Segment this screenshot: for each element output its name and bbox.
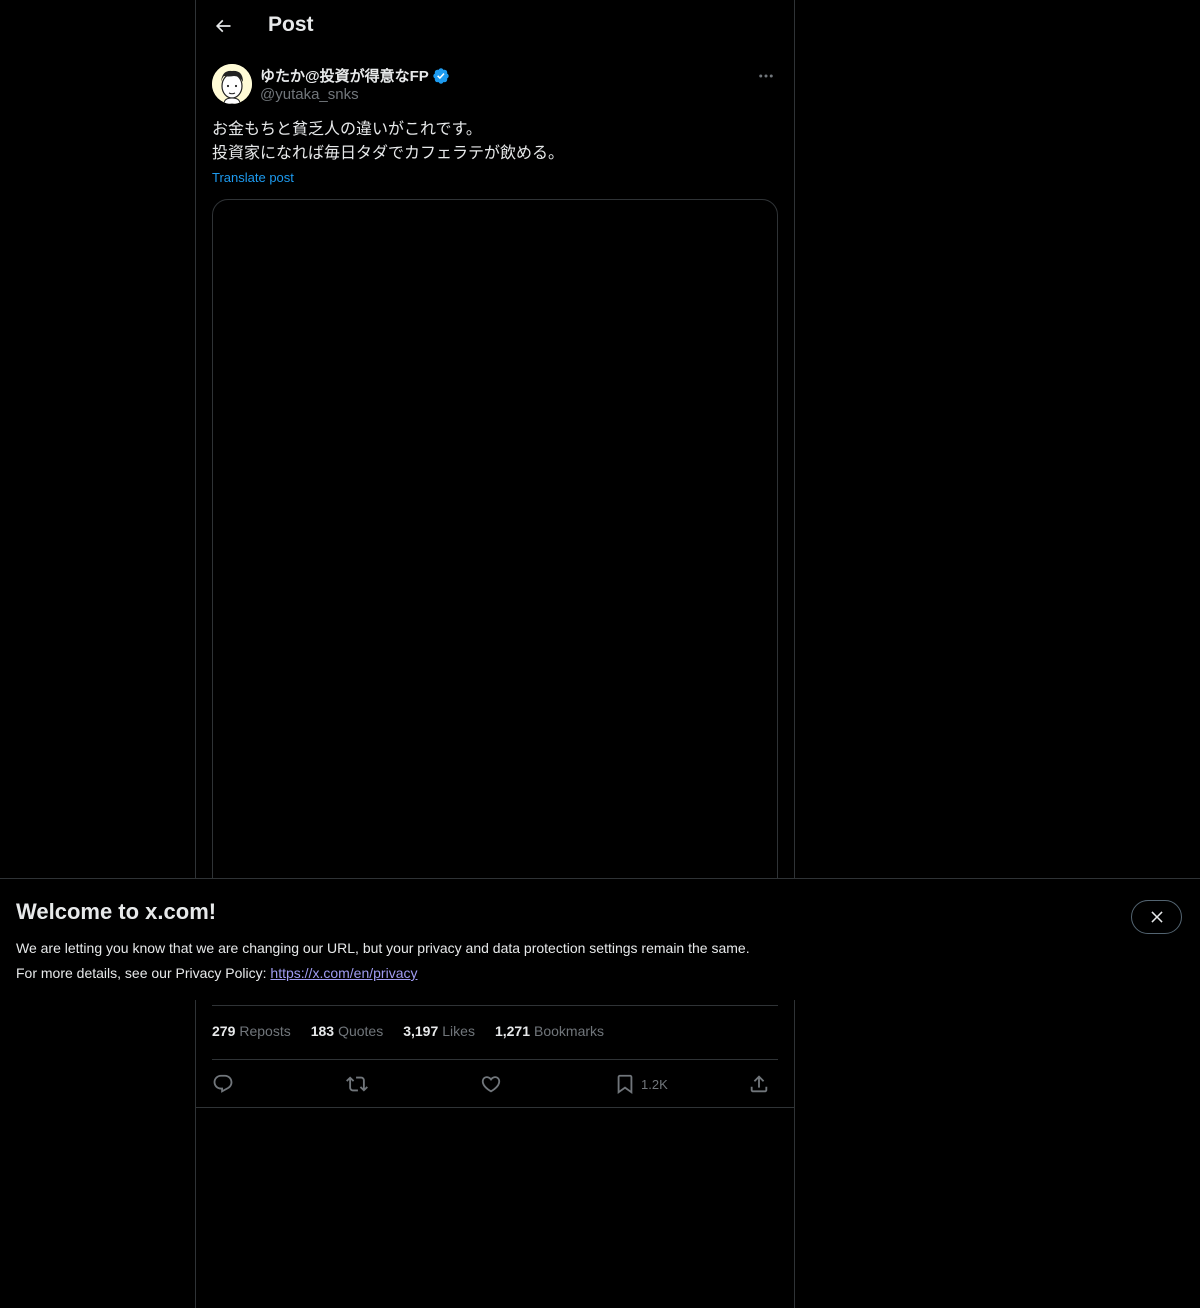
likes-count: 3,197 (403, 1023, 439, 1039)
post-header: Post (196, 0, 794, 53)
close-banner-button[interactable] (1131, 900, 1182, 934)
bookmark-count: 1.2K (641, 1076, 668, 1092)
author-name: ゆたか@投資が得意なFP (260, 68, 429, 85)
privacy-policy-link[interactable]: https://x.com/en/privacy (270, 965, 417, 981)
reposts-count: 279 (212, 1023, 236, 1039)
banner-message: We are letting you know that we are chan… (16, 936, 750, 986)
page-title: Post (268, 13, 314, 36)
divider (212, 1059, 778, 1060)
post-text-line: 投資家になれば毎日タダでカフェラテが飲める。 (212, 145, 565, 162)
banner-title: Welcome to x.com! (16, 899, 217, 924)
bookmarks-count: 1,271 (494, 1023, 530, 1039)
main-column: Post ゆたか@投資が得意なFP @yutaka_snks お金もちと貧乏人の… (195, 0, 795, 1308)
post-author: ゆたか@投資が得意なFP @yutaka_snks (212, 64, 778, 106)
more-options-button[interactable] (754, 64, 778, 88)
share-icon (750, 1075, 768, 1093)
reposts-stat[interactable]: 279 Reposts (212, 1023, 291, 1039)
avatar[interactable] (212, 64, 252, 104)
quotes-label: Quotes (338, 1023, 384, 1039)
back-arrow-icon (215, 19, 231, 33)
post-text: お金もちと貧乏人の違いがこれです。 投資家になれば毎日タダでカフェラテが飲める。 (212, 118, 778, 166)
banner-line-prefix: For more details, see our Privacy Policy… (16, 965, 271, 981)
back-button[interactable] (206, 9, 240, 43)
post-stats: 279 Reposts 183 Quotes 3,197 Likes 1,271 Boo… (212, 1023, 604, 1039)
close-icon (1150, 911, 1163, 923)
translate-post-link[interactable]: Translate post (212, 170, 294, 185)
reply-icon (213, 1074, 233, 1093)
bookmarks-label: Bookmarks (534, 1023, 605, 1039)
like-button[interactable] (480, 1069, 502, 1099)
reposts-label: Reposts (239, 1023, 291, 1039)
bookmark-icon (617, 1074, 633, 1095)
post-media[interactable] (212, 199, 778, 901)
divider (196, 1107, 794, 1108)
post-text-line: お金もちと貧乏人の違いがこれです。 (212, 121, 482, 138)
author-name-row[interactable]: ゆたか@投資が得意なFP (260, 65, 450, 86)
reply-button[interactable] (212, 1069, 234, 1099)
verified-badge-icon (432, 67, 450, 85)
banner-line: For more details, see our Privacy Policy… (16, 961, 750, 986)
like-icon (481, 1076, 501, 1093)
likes-stat[interactable]: 3,197 Likes (403, 1023, 475, 1039)
bookmark-button[interactable]: 1.2K (614, 1069, 668, 1099)
page: Post ゆたか@投資が得意なFP @yutaka_snks お金もちと貧乏人の… (0, 0, 1200, 1308)
likes-label: Likes (442, 1023, 475, 1039)
welcome-banner: Welcome to x.com! We are letting you kno… (0, 878, 1200, 1000)
divider (212, 1005, 778, 1006)
bookmarks-stat[interactable]: 1,271 Bookmarks (495, 1023, 604, 1039)
banner-line: We are letting you know that we are chan… (16, 940, 750, 956)
quotes-count: 183 (310, 1023, 335, 1039)
more-dots-icon (759, 74, 773, 78)
share-button[interactable] (748, 1069, 770, 1099)
author-handle[interactable]: @yutaka_snks (260, 86, 359, 103)
quotes-stat[interactable]: 183 Quotes (311, 1023, 384, 1039)
post-actions: 1.2K (212, 1069, 778, 1099)
avatar-illustration-icon (212, 64, 252, 104)
repost-icon (346, 1076, 368, 1092)
repost-button[interactable] (346, 1069, 368, 1099)
